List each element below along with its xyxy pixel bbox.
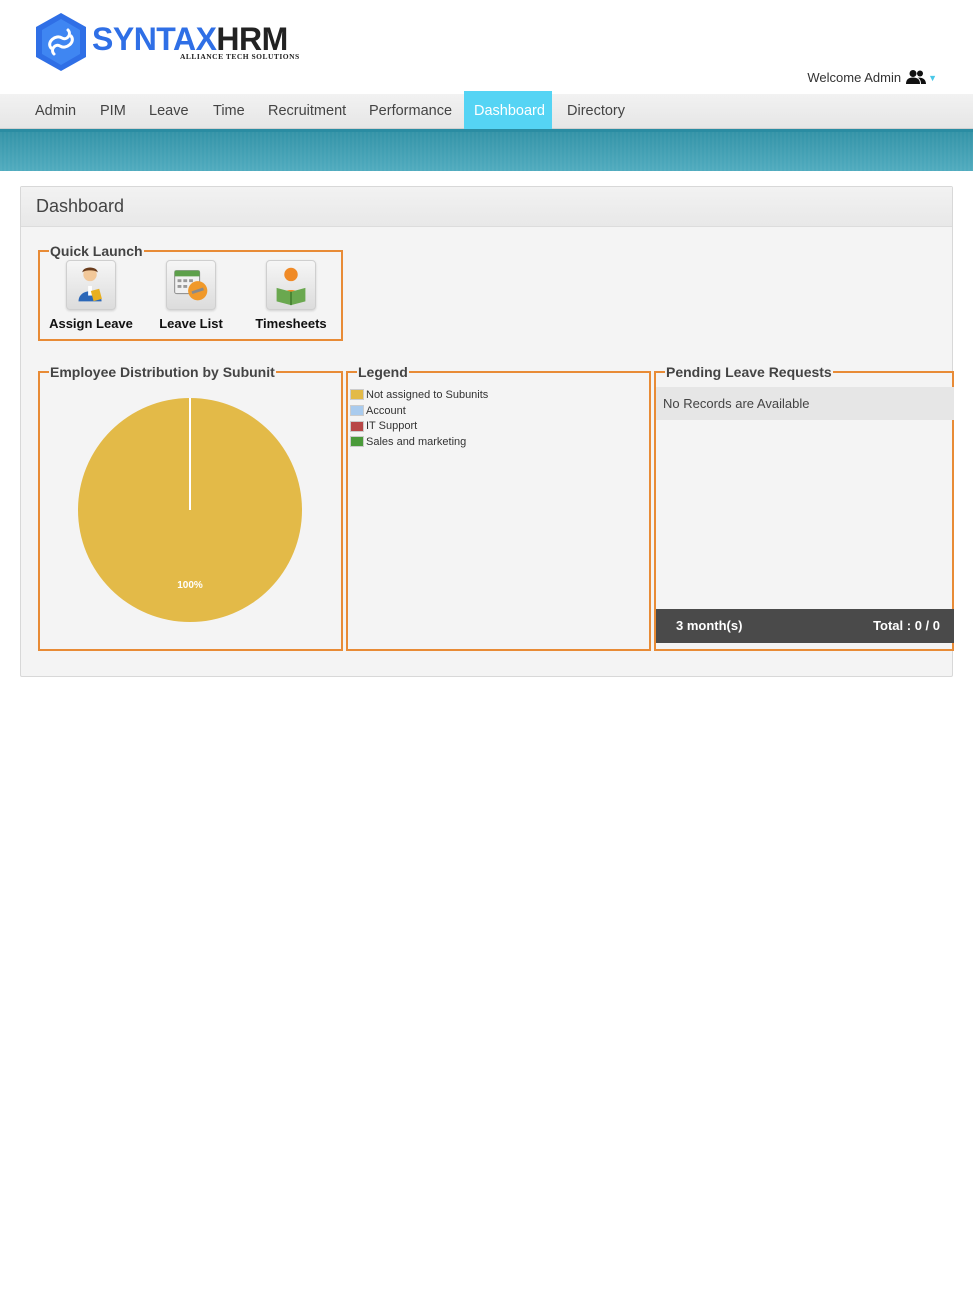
quick-launch-label[interactable]: Timesheets (241, 316, 341, 331)
legend-entry: Sales and marketing (350, 434, 488, 450)
legend-swatch (350, 389, 364, 401)
legend-label: Sales and marketing (366, 435, 467, 448)
pending-period: 3 month(s) (676, 618, 743, 633)
distribution-pie-chart: 100% (78, 398, 302, 622)
header-band (0, 129, 973, 171)
quick-launch-legend: Quick Launch (50, 243, 143, 259)
quick-launch-assign-leave[interactable]: Assign Leave (41, 260, 141, 331)
legend-title: Legend (358, 364, 408, 380)
employee-distribution: Employee Distribution by Subunit 100% (38, 365, 343, 651)
nav-item-dashboard[interactable]: Dashboard (464, 91, 552, 131)
quick-launch-leave-list[interactable]: Leave List (141, 260, 241, 331)
nav-item-performance[interactable]: Performance (359, 94, 462, 129)
timesheets-icon[interactable] (266, 260, 316, 310)
page-title: Dashboard (21, 187, 952, 227)
legend-entry: IT Support (350, 418, 488, 434)
pending-total: Total : 0 / 0 (873, 618, 940, 633)
caret-down-icon[interactable]: ▼ (928, 73, 937, 83)
legend-swatch (350, 405, 364, 417)
welcome-text[interactable]: Welcome Admin (807, 70, 901, 85)
legend-entry: Not assigned to Subunits (350, 387, 488, 403)
legend-label: Not assigned to Subunits (366, 388, 489, 401)
logo-tagline: ALLIANCE TECH SOLUTIONS (180, 52, 300, 61)
nav-item-admin[interactable]: Admin (25, 94, 86, 129)
nav-item-directory[interactable]: Directory (557, 94, 635, 129)
users-icon[interactable] (906, 69, 927, 85)
pending-leave-requests: Pending Leave Requests No Records are Av… (654, 365, 954, 651)
assign-leave-icon[interactable] (66, 260, 116, 310)
quick-launch-label[interactable]: Leave List (141, 316, 241, 331)
pie-data-label: 100% (177, 580, 203, 591)
legend-entry: Account (350, 403, 488, 419)
no-records-message: No Records are Available (656, 387, 954, 420)
quick-launch-label[interactable]: Assign Leave (41, 316, 141, 331)
nav-item-recruitment[interactable]: Recruitment (258, 94, 356, 129)
welcome-menu[interactable]: Welcome Admin ▼ (807, 69, 937, 85)
pending-legend: Pending Leave Requests (666, 364, 832, 380)
legend-list: Not assigned to Subunits Account IT Supp… (350, 387, 488, 450)
chart-legend: Legend Not assigned to Subunits Account … (346, 365, 651, 651)
distribution-legend: Employee Distribution by Subunit (50, 364, 275, 380)
leave-list-icon[interactable] (166, 260, 216, 310)
nav-item-time[interactable]: Time (203, 94, 255, 129)
main-nav: Admin PIM Leave Time Recruitment Perform… (0, 91, 973, 131)
legend-swatch (350, 436, 364, 448)
legend-label: IT Support (366, 420, 418, 433)
pending-footer: 3 month(s) Total : 0 / 0 (656, 609, 954, 643)
legend-label: Account (366, 404, 406, 417)
logo-text: SYNTAXHRM (92, 22, 288, 56)
header: SYNTAXHRM ALLIANCE TECH SOLUTIONS Welcom… (0, 0, 973, 94)
nav-item-pim[interactable]: PIM (90, 94, 136, 129)
legend-swatch (350, 420, 364, 432)
dashboard-panel: Dashboard Quick Launch Assign Leave Leav… (20, 186, 954, 677)
quick-launch: Quick Launch Assign Leave Leave List Tim… (38, 244, 343, 341)
logo-mark-icon (36, 13, 86, 71)
quick-launch-timesheets[interactable]: Timesheets (241, 260, 341, 331)
logo[interactable]: SYNTAXHRM ALLIANCE TECH SOLUTIONS (34, 12, 299, 72)
nav-item-leave[interactable]: Leave (139, 94, 199, 129)
